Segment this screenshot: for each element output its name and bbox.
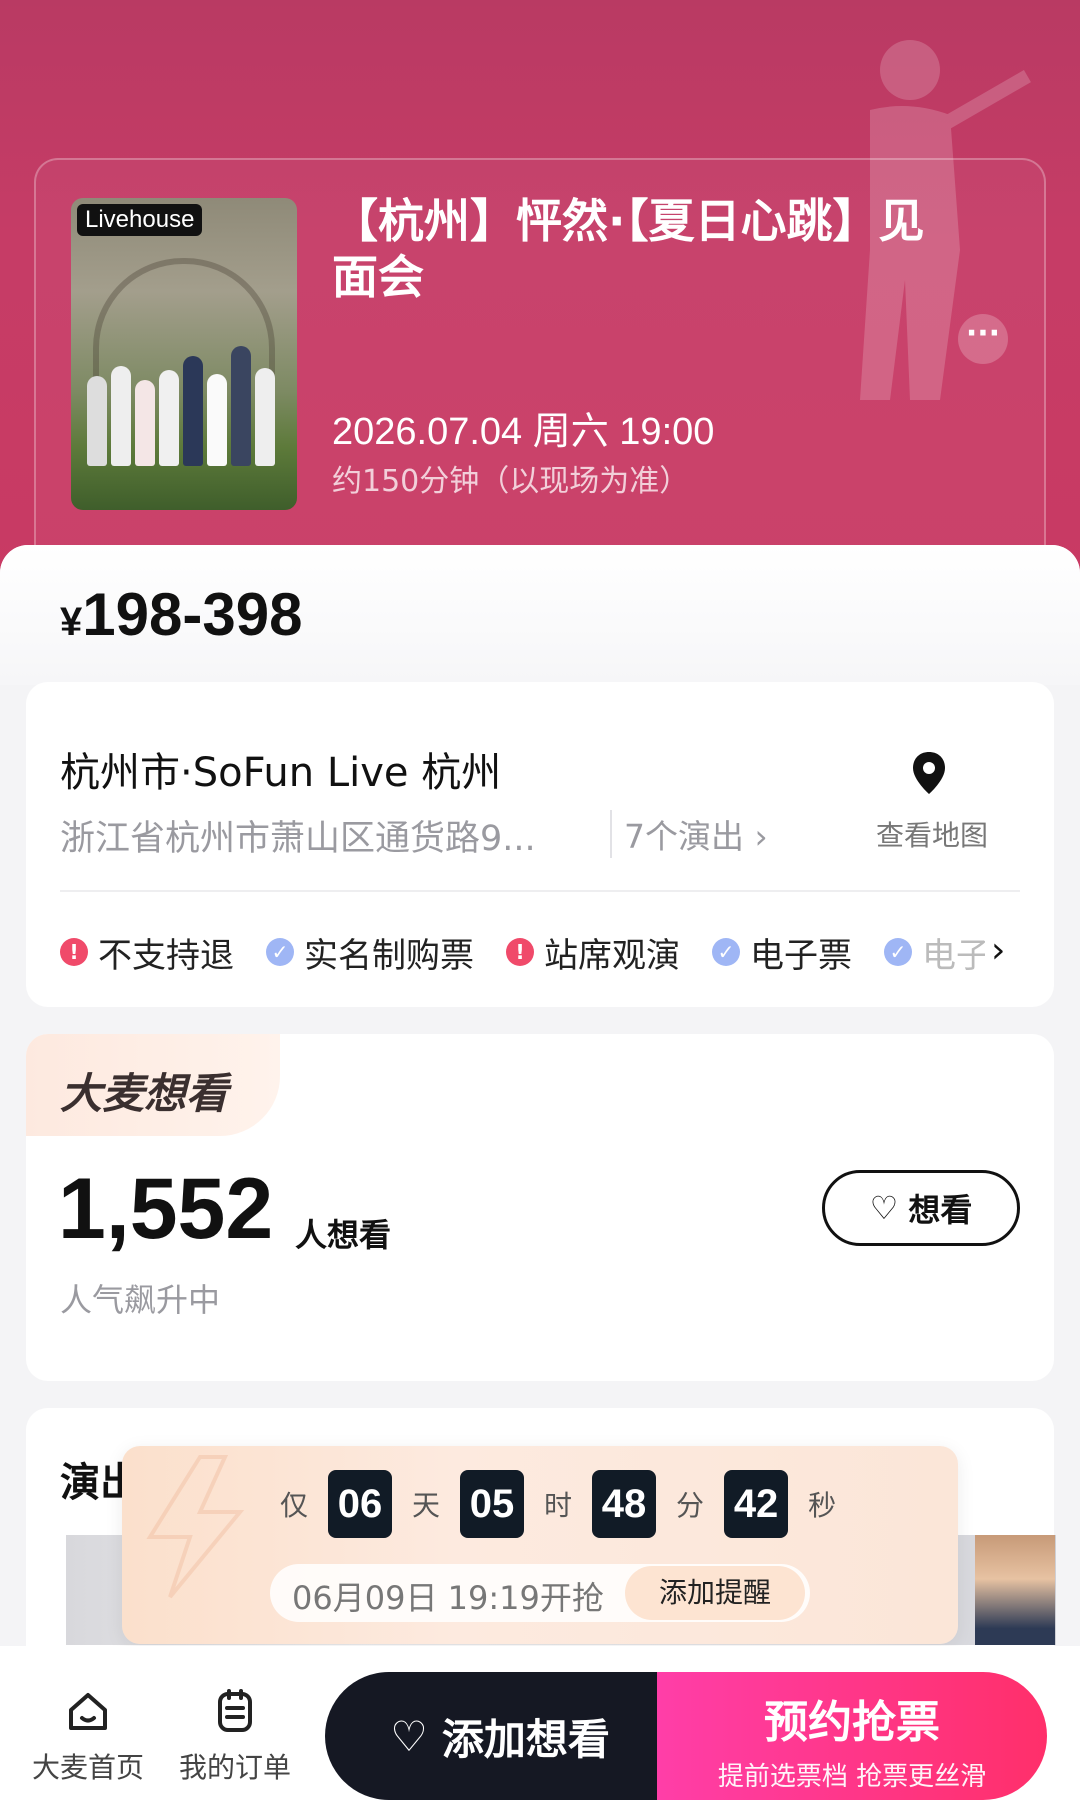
check-icon: ✓ [712, 938, 740, 966]
add-reminder-button[interactable]: 添加提醒 [625, 1566, 805, 1620]
reserve-label: 预约抢票 [764, 1697, 940, 1748]
want-button-label: 想看 [908, 1191, 973, 1229]
nav-orders-label: 我的订单 [178, 1751, 291, 1784]
tag-label: 不支持退 [98, 935, 234, 975]
chevron-right-icon[interactable]: › [985, 930, 1006, 971]
countdown-days: 06 [328, 1470, 393, 1538]
add-want-label: 添加想看 [441, 1714, 610, 1764]
tag-label: 站席观演 [544, 935, 680, 975]
add-want-button[interactable]: ♡ 添加想看 [325, 1672, 675, 1800]
countdown-hours-label: 时 [544, 1489, 573, 1522]
countdown-days-label: 天 [412, 1489, 441, 1522]
performer-photo[interactable] [975, 1535, 1055, 1645]
countdown-minutes-label: 分 [676, 1489, 705, 1522]
reserve-ticket-button[interactable]: 预约抢票 提前选票档 抢票更丝滑 [657, 1672, 1047, 1800]
event-duration: 约150分钟（以现场为准） [332, 464, 690, 499]
event-poster[interactable]: Livehouse [71, 198, 297, 510]
tag-label: 实名制购票 [304, 935, 474, 975]
countdown-timer: 仅 06 天 05 时 48 分 42 秒 [280, 1470, 856, 1538]
map-pin-icon[interactable] [910, 750, 948, 796]
venue-shows-link[interactable]: 7个演出 › [610, 810, 768, 858]
countdown-minutes: 48 [592, 1470, 657, 1538]
check-icon: ✓ [266, 938, 294, 966]
view-map-label[interactable]: 查看地图 [876, 814, 988, 854]
venue-address[interactable]: 浙江省杭州市萧山区通货路9... [60, 810, 600, 861]
alert-icon: ! [506, 938, 534, 966]
currency-symbol: ¥ [60, 600, 83, 644]
venue-name[interactable]: 杭州市·SoFun Live 杭州 [60, 740, 501, 798]
tag-real-name: ✓ 实名制购票 [266, 930, 474, 974]
nav-home-label: 大麦首页 [31, 1751, 144, 1784]
want-badge-text: 大麦想看 [60, 1069, 229, 1118]
home-icon [69, 1693, 107, 1730]
price-range: ¥198-398 [60, 580, 302, 649]
tag-label: 电子 [922, 935, 990, 975]
want-unit: 人想看 [295, 1216, 392, 1254]
more-dots-icon[interactable]: ··· [958, 314, 1008, 364]
countdown-hours: 05 [460, 1470, 525, 1538]
event-date: 2026.07.04 周六 19:00 [332, 411, 715, 453]
nav-home[interactable]: 大麦首页 [18, 1688, 158, 1786]
poster-tag: Livehouse [77, 204, 203, 236]
tag-label: 电子票 [750, 935, 852, 975]
venue-divider [60, 890, 1020, 892]
alert-icon: ! [60, 938, 88, 966]
tag-no-refund: ! 不支持退 [60, 930, 234, 974]
countdown-seconds-label: 秒 [808, 1489, 837, 1522]
check-icon: ✓ [884, 938, 912, 966]
lightning-icon [146, 1455, 245, 1599]
tag-standing: ! 站席观演 [506, 930, 680, 974]
heart-plus-icon: ♡ [390, 1711, 428, 1761]
order-list-icon [218, 1689, 252, 1732]
sale-open-time: 06月09日 19:19开抢 [292, 1579, 604, 1617]
want-button[interactable]: ♡ 想看 [822, 1170, 1020, 1246]
tag-e-ticket: ✓ 电子票 [712, 930, 852, 974]
reserve-sublabel: 提前选票档 抢票更丝滑 [717, 1762, 987, 1792]
want-subtitle: 人气飙升中 [60, 1281, 221, 1319]
poster-people [81, 316, 287, 466]
tag-e-more: ✓ 电子 [884, 930, 990, 974]
countdown-seconds: 42 [724, 1470, 789, 1538]
price-value: 198-398 [82, 581, 303, 648]
want-count: 1,552 [58, 1161, 274, 1257]
heart-plus-icon: ♡ [869, 1189, 899, 1227]
event-title: 【杭州】怦然·【夏日心跳】见面会 [332, 194, 925, 304]
countdown-prefix: 仅 [280, 1489, 309, 1522]
nav-orders[interactable]: 我的订单 [165, 1688, 305, 1786]
service-tags[interactable]: ! 不支持退 ✓ 实名制购票 ! 站席观演 ✓ 电子票 ✓ 电子 [60, 930, 1020, 974]
